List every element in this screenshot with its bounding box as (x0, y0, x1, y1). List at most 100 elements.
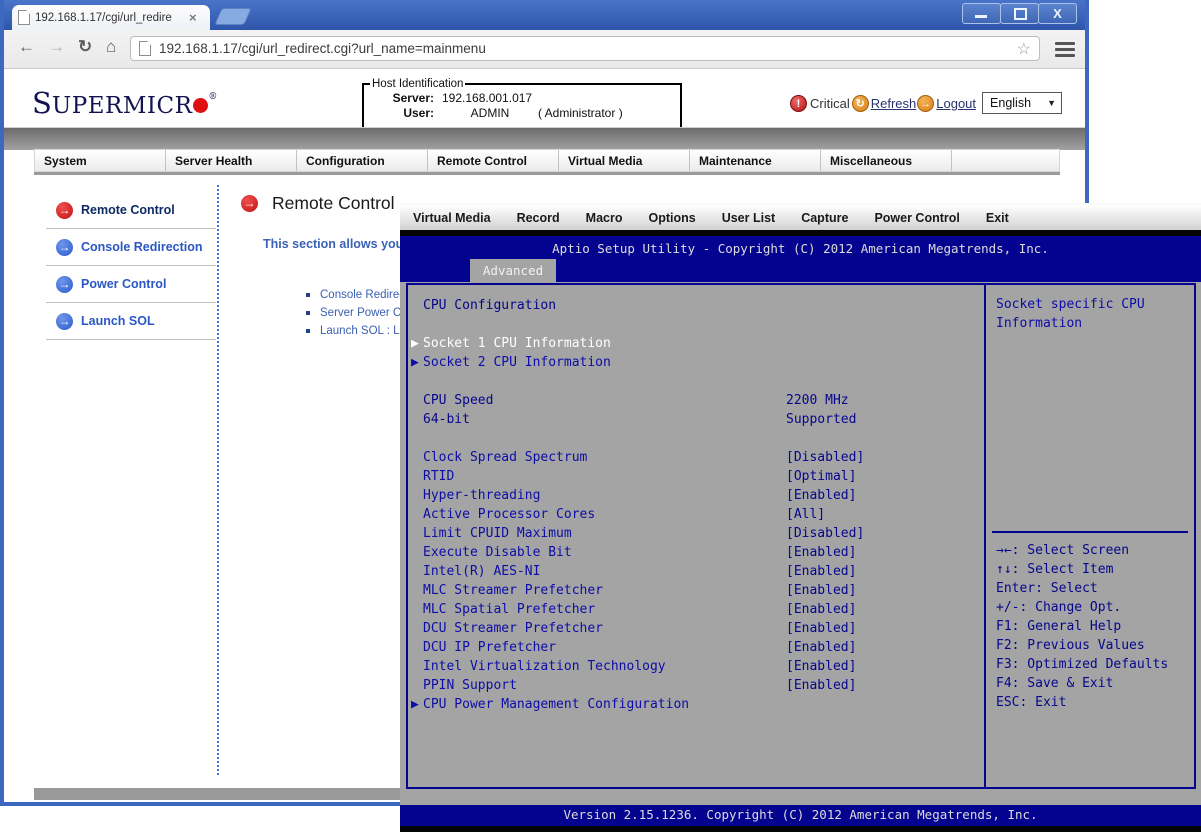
bios-option-row[interactable]: Intel(R) AES-NI [Enabled] (408, 562, 982, 581)
critical-label: Critical (810, 95, 850, 111)
language-value: English (990, 96, 1032, 110)
header-divider-bar (4, 127, 1085, 150)
maximize-button[interactable] (1000, 3, 1039, 24)
logout-icon: → (917, 94, 935, 112)
bookmark-star-icon[interactable]: ☆ (1017, 39, 1031, 59)
address-bar[interactable]: 192.168.1.17/cgi/url_redirect.cgi?url_na… (130, 36, 1040, 61)
sidebar-separator (217, 185, 219, 775)
bios-main-panel: CPU Configuration ▶ Socket 1 CPU Informati… (406, 283, 1196, 789)
bios-option-row[interactable]: Limit CPUID Maximum [Disabled] (408, 524, 982, 543)
bios-option-row[interactable]: Hyper-threading [Enabled] (408, 486, 982, 505)
bios-submenu-row[interactable]: ▶ Socket 2 CPU Information (408, 353, 982, 372)
browser-tab[interactable]: 192.168.1.17/cgi/url_redire × (12, 5, 210, 30)
console-menu-user-list[interactable]: User List (722, 211, 776, 225)
bios-row-label: Execute Disable Bit (423, 545, 572, 560)
sidebar-item-console-redirection[interactable]: → Console Redirection (56, 237, 216, 257)
sidebar-item-launch-sol[interactable]: → Launch SOL (56, 311, 216, 331)
console-menu-options[interactable]: Options (648, 211, 695, 225)
bios-key-hint: F2: Previous Values (996, 638, 1145, 653)
forward-icon[interactable]: → (48, 37, 65, 57)
nav-item-virtual-media[interactable]: Virtual Media (559, 150, 690, 171)
bullet-icon (306, 293, 310, 297)
bios-submenu-row[interactable]: ▶ CPU Power Management Configuration (408, 695, 982, 714)
bios-row-label: CPU Power Management Configuration (423, 697, 690, 712)
bios-row-label: Clock Spread Spectrum (423, 450, 588, 465)
bios-row-value: [Enabled] (786, 621, 857, 636)
nav-item-miscellaneous[interactable]: Miscellaneous (821, 150, 952, 171)
bios-key-legend: →←: Select Screen ↑↓: Select Item Enter: S… (996, 541, 1168, 712)
arrow-circle-icon: → (56, 275, 73, 293)
nav-item-remote-control[interactable]: Remote Control (428, 150, 559, 171)
console-menu-macro[interactable]: Macro (586, 211, 623, 225)
bios-help-panel: Socket specific CPU Information →←: Sele… (984, 285, 1194, 787)
language-select[interactable]: English ▼ (982, 92, 1063, 114)
console-menu-exit[interactable]: Exit (986, 211, 1009, 225)
bios-version-bar: Version 2.15.1236. Copyright (C) 2012 Am… (400, 805, 1201, 826)
sidebar-item-label: Remote Control (81, 203, 175, 217)
section-arrow-icon: → (241, 195, 258, 212)
console-menu-capture[interactable]: Capture (801, 211, 848, 225)
host-identification-legend: Host Identification (372, 78, 464, 90)
sidebar-item-remote-control[interactable]: → Remote Control (56, 200, 216, 220)
arrow-circle-icon: → (56, 312, 73, 330)
user-value: ADMIN (470, 106, 510, 120)
bios-row-label: DCU Streamer Prefetcher (423, 621, 604, 636)
bios-row-value: [Enabled] (786, 678, 857, 693)
bios-option-row[interactable]: Active Processor Cores [All] (408, 505, 982, 524)
bios-key-hint: +/-: Change Opt. (996, 600, 1122, 615)
close-button[interactable]: X (1038, 3, 1077, 24)
bios-row-label: Active Processor Cores (423, 507, 596, 522)
user-label: User: (403, 106, 434, 120)
console-menu-virtual-media[interactable]: Virtual Media (413, 211, 491, 225)
url-text[interactable]: 192.168.1.17/cgi/url_redirect.cgi?url_na… (159, 41, 1017, 56)
logout-link[interactable]: Logout (936, 96, 976, 111)
arrow-circle-icon: → (56, 238, 73, 256)
sidebar: → Remote Control → Console Redirection → Powe… (46, 192, 216, 340)
submenu-arrow-icon: ▶ (411, 697, 419, 712)
bios-row-value: [Enabled] (786, 640, 857, 655)
nav-item-server-health[interactable]: Server Health (166, 150, 297, 171)
sidebar-item-power-control[interactable]: → Power Control (56, 274, 216, 294)
bios-row-label: Intel Virtualization Technology (423, 659, 666, 674)
bios-option-row[interactable]: MLC Spatial Prefetcher [Enabled] (408, 600, 982, 619)
bios-option-row[interactable]: MLC Streamer Prefetcher [Enabled] (408, 581, 982, 600)
nav-item-maintenance[interactable]: Maintenance (690, 150, 821, 171)
console-menu-record[interactable]: Record (517, 211, 560, 225)
home-icon[interactable]: ⌂ (106, 37, 116, 57)
bios-submenu-row[interactable]: ▶ Socket 1 CPU Information (408, 334, 982, 353)
page-icon (18, 10, 30, 25)
bios-option-row[interactable]: Clock Spread Spectrum [Disabled] (408, 448, 982, 467)
minimize-button[interactable] (962, 3, 1001, 24)
nav-item-system[interactable]: System (35, 150, 166, 171)
maximize-icon (1014, 8, 1027, 20)
bios-row-value: [Enabled] (786, 659, 857, 674)
sidebar-item-label: Power Control (81, 277, 167, 291)
bios-option-row[interactable]: Intel Virtualization Technology [Enabled] (408, 657, 982, 676)
bios-row-value: [Optimal] (786, 469, 857, 484)
nav-item-configuration[interactable]: Configuration (297, 150, 428, 171)
back-icon[interactable]: ← (18, 37, 35, 57)
refresh-icon[interactable]: ↻ (78, 37, 92, 57)
bios-option-row[interactable]: DCU Streamer Prefetcher [Enabled] (408, 619, 982, 638)
console-menu-power-control[interactable]: Power Control (874, 211, 959, 225)
bios-row-label: CPU Speed (423, 393, 494, 408)
host-identification-box: Host Identification Server: 192.168.001.… (362, 78, 682, 131)
console-redirection-window: Virtual Media Record Macro Options User List… (400, 203, 1201, 832)
bios-option-row[interactable]: DCU IP Prefetcher [Enabled] (408, 638, 982, 657)
new-tab-button[interactable] (214, 8, 252, 25)
status-row: ! Critical ↻ Refresh → Logout English ▼ (790, 92, 1063, 114)
tab-advanced[interactable]: Advanced (470, 259, 556, 282)
bios-row-value: [Disabled] (786, 450, 865, 465)
bios-option-row[interactable]: Execute Disable Bit [Enabled] (408, 543, 982, 562)
bios-option-row[interactable]: RTID [Optimal] (408, 467, 982, 486)
window-controls: X (962, 3, 1077, 24)
bios-row-label: Socket 1 CPU Information (423, 336, 611, 351)
browser-menu-icon[interactable] (1055, 42, 1075, 60)
bios-row-value: [Enabled] (786, 545, 857, 560)
bios-help-divider (992, 531, 1188, 533)
tab-close-icon[interactable]: × (189, 10, 197, 25)
bios-row-label: DCU IP Prefetcher (423, 640, 557, 655)
bios-option-row[interactable]: PPIN Support [Enabled] (408, 676, 982, 695)
bios-key-hint: ESC: Exit (996, 695, 1067, 710)
refresh-link[interactable]: Refresh (871, 96, 917, 111)
